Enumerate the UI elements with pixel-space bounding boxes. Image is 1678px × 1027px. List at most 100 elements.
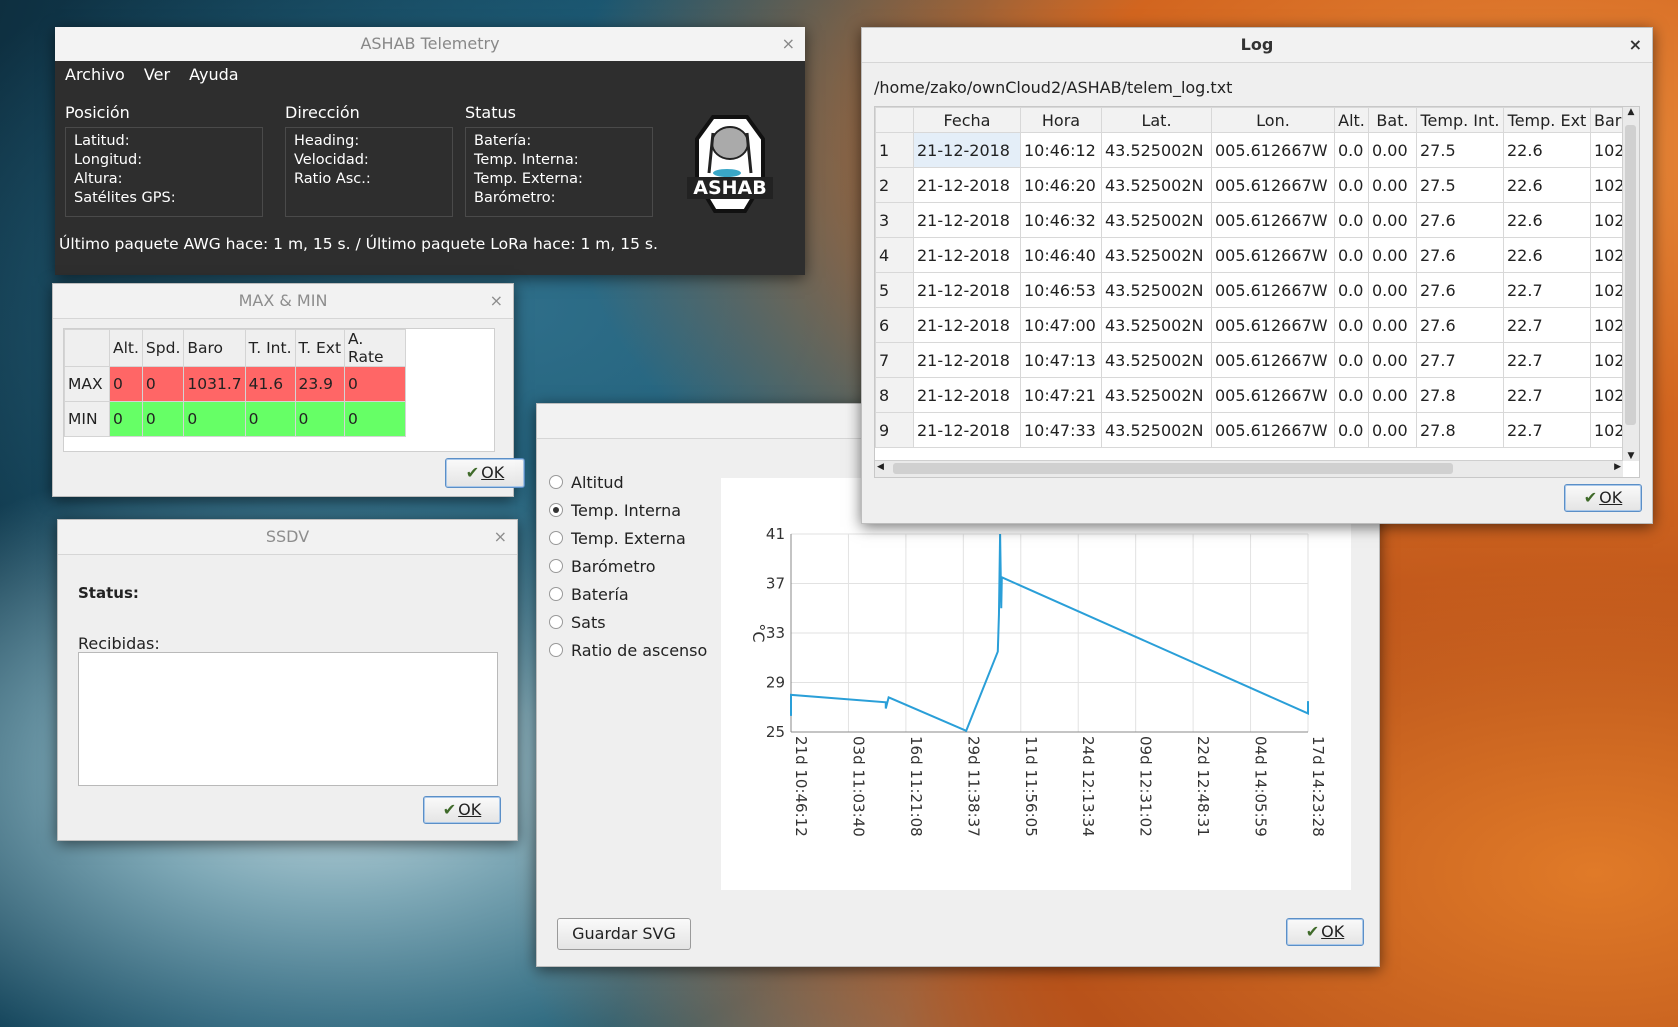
table-cell[interactable]: 0 [109, 401, 143, 437]
table-row[interactable]: 9 21-12-2018 10:47:33 43.525002N 005.612667W… [875, 412, 1636, 448]
telemetry-titlebar[interactable]: ASHAB Telemetry × [55, 27, 805, 61]
table-cell[interactable]: 21-12-2018 [913, 167, 1021, 203]
scroll-thumb[interactable] [893, 463, 1453, 474]
row-header[interactable]: 7 [875, 342, 914, 378]
table-cell[interactable]: 21-12-2018 [913, 272, 1021, 308]
menu-archivo[interactable]: Archivo [65, 65, 125, 84]
table-cell[interactable]: 27.7 [1416, 342, 1504, 378]
column-header[interactable]: Baro [183, 329, 246, 367]
menu-ver[interactable]: Ver [144, 65, 170, 84]
table-cell[interactable]: 27.5 [1416, 167, 1504, 203]
table-cell[interactable]: 005.612667W [1211, 377, 1335, 413]
ok-button[interactable]: ✔ OK [423, 796, 501, 824]
table-cell[interactable]: 0.0 [1334, 132, 1369, 168]
maxmin-titlebar[interactable]: MAX & MIN × [53, 284, 513, 319]
row-header[interactable]: 5 [875, 272, 914, 308]
table-cell[interactable]: 41.6 [244, 366, 296, 402]
row-header[interactable]: 9 [875, 412, 914, 448]
ok-button[interactable]: ✔ OK [1286, 918, 1364, 946]
scroll-left-icon[interactable]: ◀ [877, 462, 884, 472]
table-cell[interactable]: 22.7 [1503, 377, 1591, 413]
close-icon[interactable]: × [1629, 28, 1642, 62]
table-cell[interactable]: 005.612667W [1211, 132, 1335, 168]
row-header[interactable]: 8 [875, 377, 914, 413]
table-row[interactable]: 1 21-12-2018 10:46:12 43.525002N 005.612667W… [875, 132, 1636, 168]
guardar-svg-button[interactable]: Guardar SVG [557, 918, 691, 950]
table-cell[interactable]: 005.612667W [1211, 342, 1335, 378]
table-cell[interactable]: 0 [141, 401, 185, 437]
column-header[interactable]: A. Rate [344, 329, 407, 367]
table-cell[interactable]: 22.7 [1503, 342, 1591, 378]
column-header[interactable]: Fecha [913, 107, 1021, 133]
table-cell[interactable]: 0 [344, 366, 407, 402]
radio-sats[interactable]: Sats [549, 608, 707, 636]
row-header[interactable]: MAX [64, 366, 110, 402]
table-cell[interactable]: 10:47:00 [1020, 307, 1102, 343]
table-cell[interactable]: 0 [183, 401, 246, 437]
log-titlebar[interactable]: Log × [862, 28, 1652, 63]
table-cell[interactable]: 43.525002N [1101, 307, 1212, 343]
table-cell[interactable]: 27.6 [1416, 237, 1504, 273]
close-icon[interactable]: × [782, 27, 795, 61]
row-header[interactable]: 2 [875, 167, 914, 203]
table-row[interactable]: 2 21-12-2018 10:46:20 43.525002N 005.612667W… [875, 167, 1636, 203]
table-cell[interactable]: 0 [344, 401, 407, 437]
ok-button[interactable]: ✔ OK [1564, 484, 1642, 512]
row-header[interactable]: 1 [875, 132, 914, 168]
table-cell[interactable]: 43.525002N [1101, 132, 1212, 168]
table-cell[interactable]: 0.00 [1368, 202, 1417, 238]
table-cell[interactable]: 23.9 [294, 366, 346, 402]
table-cell[interactable]: 22.6 [1503, 167, 1591, 203]
table-cell[interactable]: 21-12-2018 [913, 202, 1021, 238]
table-cell[interactable]: 005.612667W [1211, 237, 1335, 273]
scroll-thumb[interactable] [1625, 125, 1636, 425]
row-header[interactable]: MIN [64, 401, 110, 437]
table-cell[interactable]: 21-12-2018 [913, 377, 1021, 413]
column-header[interactable]: Lon. [1211, 107, 1335, 133]
table-cell[interactable]: 10:47:13 [1020, 342, 1102, 378]
radio-ratio-ascenso[interactable]: Ratio de ascenso [549, 636, 707, 664]
horizontal-scrollbar[interactable]: ◀ ▶ [875, 460, 1623, 477]
table-cell[interactable]: 0 [294, 401, 346, 437]
column-header[interactable]: Spd. [141, 329, 185, 367]
table-cell[interactable]: 43.525002N [1101, 202, 1212, 238]
table-cell[interactable]: 0.0 [1334, 202, 1369, 238]
table-cell[interactable]: 27.6 [1416, 307, 1504, 343]
vertical-scrollbar[interactable]: ▲ ▼ [1622, 107, 1639, 461]
table-cell[interactable]: 43.525002N [1101, 377, 1212, 413]
column-header[interactable]: Alt. [109, 329, 143, 367]
table-row[interactable]: 6 21-12-2018 10:47:00 43.525002N 005.612667W… [875, 307, 1636, 343]
table-cell[interactable]: 10:46:40 [1020, 237, 1102, 273]
row-header[interactable]: 3 [875, 202, 914, 238]
table-cell[interactable]: 10:46:32 [1020, 202, 1102, 238]
table-cell[interactable]: 27.8 [1416, 377, 1504, 413]
close-icon[interactable]: × [490, 284, 503, 318]
table-cell[interactable]: 1031.7 [183, 366, 246, 402]
table-row[interactable]: 3 21-12-2018 10:46:32 43.525002N 005.612667W… [875, 202, 1636, 238]
table-cell[interactable]: 10:46:20 [1020, 167, 1102, 203]
table-cell[interactable]: 10:46:12 [1020, 132, 1102, 168]
table-cell[interactable]: 43.525002N [1101, 237, 1212, 273]
table-cell[interactable]: 27.6 [1416, 272, 1504, 308]
table-cell[interactable]: 005.612667W [1211, 272, 1335, 308]
table-cell[interactable]: 0 [244, 401, 296, 437]
row-header[interactable]: 6 [875, 307, 914, 343]
row-header[interactable]: 4 [875, 237, 914, 273]
table-cell[interactable]: 0.00 [1368, 307, 1417, 343]
table-cell[interactable]: 43.525002N [1101, 167, 1212, 203]
table-cell[interactable]: 43.525002N [1101, 272, 1212, 308]
table-cell[interactable]: 21-12-2018 [913, 132, 1021, 168]
radio-temp-externa[interactable]: Temp. Externa [549, 524, 707, 552]
table-cell[interactable]: 0 [109, 366, 143, 402]
table-cell[interactable]: 0.00 [1368, 377, 1417, 413]
column-header[interactable]: Bat. [1368, 107, 1417, 133]
table-cell[interactable]: 22.7 [1503, 412, 1591, 448]
table-cell[interactable]: 21-12-2018 [913, 307, 1021, 343]
table-cell[interactable]: 22.7 [1503, 307, 1591, 343]
scroll-up-icon[interactable]: ▲ [1623, 107, 1639, 117]
table-row[interactable]: 5 21-12-2018 10:46:53 43.525002N 005.612667W… [875, 272, 1636, 308]
scroll-right-icon[interactable]: ▶ [1614, 462, 1621, 472]
table-cell[interactable]: 0 [141, 366, 185, 402]
table-cell[interactable]: 43.525002N [1101, 412, 1212, 448]
table-cell[interactable]: 27.6 [1416, 202, 1504, 238]
